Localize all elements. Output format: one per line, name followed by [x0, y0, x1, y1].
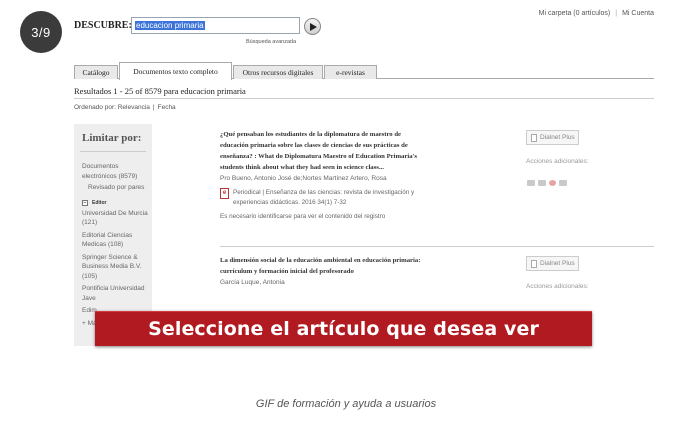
instruction-text: Seleccione el artículo que desea ver: [148, 318, 539, 340]
my-folder-link[interactable]: Mi carpeta (0 artículos): [539, 10, 611, 17]
facet-peer-reviewed[interactable]: Revisado por pares: [74, 183, 152, 193]
document-icon: [531, 259, 537, 268]
document-icon: [531, 133, 537, 142]
result-type: Periodical: [233, 189, 261, 196]
export-icon[interactable]: [549, 180, 556, 186]
play-arrow-icon: [309, 22, 317, 31]
results-summary: Resultados 1 - 25 of 8579 para educacion…: [74, 86, 246, 96]
screenshot-stage: 3/9 Mi carpeta (0 artículos) | Mi Cuenta D…: [0, 0, 692, 385]
tab-e-journals[interactable]: e-revistas: [324, 65, 377, 79]
facet-electronic-documents[interactable]: Documentos electrónicos (8579): [74, 162, 152, 181]
link-icon[interactable]: [559, 180, 567, 186]
facet-publisher[interactable]: Editorial Ciencias Medicas (108): [74, 231, 152, 250]
advanced-search-link[interactable]: Búsqueda avanzada: [246, 39, 296, 45]
result-title-link[interactable]: La dimensión social de la educación ambi…: [220, 255, 430, 277]
sort-line: Ordenado por: Relevancia | Fecha: [74, 104, 176, 111]
facet-publisher[interactable]: Jave: [74, 294, 152, 304]
result-source: Enseñanza de las ciencias: revista de in…: [233, 189, 415, 206]
result-access-note: Es necesario identificarse para ver el c…: [220, 213, 386, 220]
additional-actions-label: Acciones adicionales:: [526, 283, 589, 290]
step-counter-badge: 3/9: [20, 11, 62, 53]
result-source-block: Periodical | Enseñanza de las ciencias: …: [233, 189, 415, 206]
pdf-icon: e: [220, 188, 229, 199]
sidebar-divider: [80, 151, 146, 152]
dialnet-plus-button[interactable]: Dialnet Plus: [526, 130, 579, 145]
dialnet-label: Dialnet Plus: [540, 134, 575, 141]
email-icon[interactable]: [538, 180, 546, 186]
sort-label: Ordenado por:: [74, 104, 116, 111]
action-icons: [527, 180, 567, 186]
facet-publisher[interactable]: Universidad De Murcia (121): [74, 209, 152, 228]
top-links: Mi carpeta (0 artículos) | Mi Cuenta: [538, 10, 654, 17]
search-input[interactable]: educacion primaria: [131, 17, 300, 34]
caption: GIF de formación y ayuda a usuarios: [255, 398, 437, 410]
tab-full-text-documents[interactable]: Documentos texto completo: [119, 62, 232, 80]
dialnet-label: Dialnet Plus: [540, 260, 575, 267]
facet-publisher[interactable]: Springer Science & Business Media B.V. (…: [74, 253, 152, 282]
sort-relevance-link[interactable]: Relevancia: [118, 104, 150, 111]
search-label: DESCUBRE:: [74, 20, 132, 31]
instruction-banner: Seleccione el artículo que desea ver: [95, 311, 592, 346]
result-authors[interactable]: García Luque, Antonia: [220, 279, 430, 286]
facet-editor-label: Editor: [92, 199, 107, 206]
result-authors[interactable]: Pro Bueno, Antonio José de;Nortes Martín…: [220, 175, 430, 182]
sidebar-heading: Limitar por:: [82, 132, 142, 144]
folder-icon[interactable]: [527, 180, 535, 186]
sort-date-link[interactable]: Fecha: [158, 104, 176, 111]
facet-editor-header[interactable]: − Editor: [82, 199, 152, 206]
additional-actions-label: Acciones adicionales:: [526, 158, 589, 165]
my-account-link[interactable]: Mi Cuenta: [622, 10, 654, 17]
facet-publisher[interactable]: Pontificia Universidad: [74, 284, 152, 294]
collapse-minus-icon: −: [82, 199, 88, 206]
result-title-link[interactable]: ¿Qué pensaban los estudiantes de la dipl…: [220, 129, 430, 173]
result-item: ¿Qué pensaban los estudiantes de la dipl…: [220, 129, 430, 220]
search-go-button[interactable]: [304, 18, 321, 35]
divider: [74, 98, 654, 99]
tab-other-digital-resources[interactable]: Otros recursos digitales: [233, 65, 323, 79]
tab-catalog[interactable]: Catálogo: [74, 65, 118, 79]
dialnet-plus-button[interactable]: Dialnet Plus: [526, 256, 579, 271]
result-meta: e Periodical | Enseñanza de las ciencias…: [220, 188, 430, 208]
search-input-value: educacion primaria: [135, 21, 205, 30]
result-divider: [220, 246, 654, 247]
tab-bar: Catálogo Documentos texto completo Otros…: [74, 62, 654, 80]
result-item: La dimensión social de la educación ambi…: [220, 255, 430, 286]
